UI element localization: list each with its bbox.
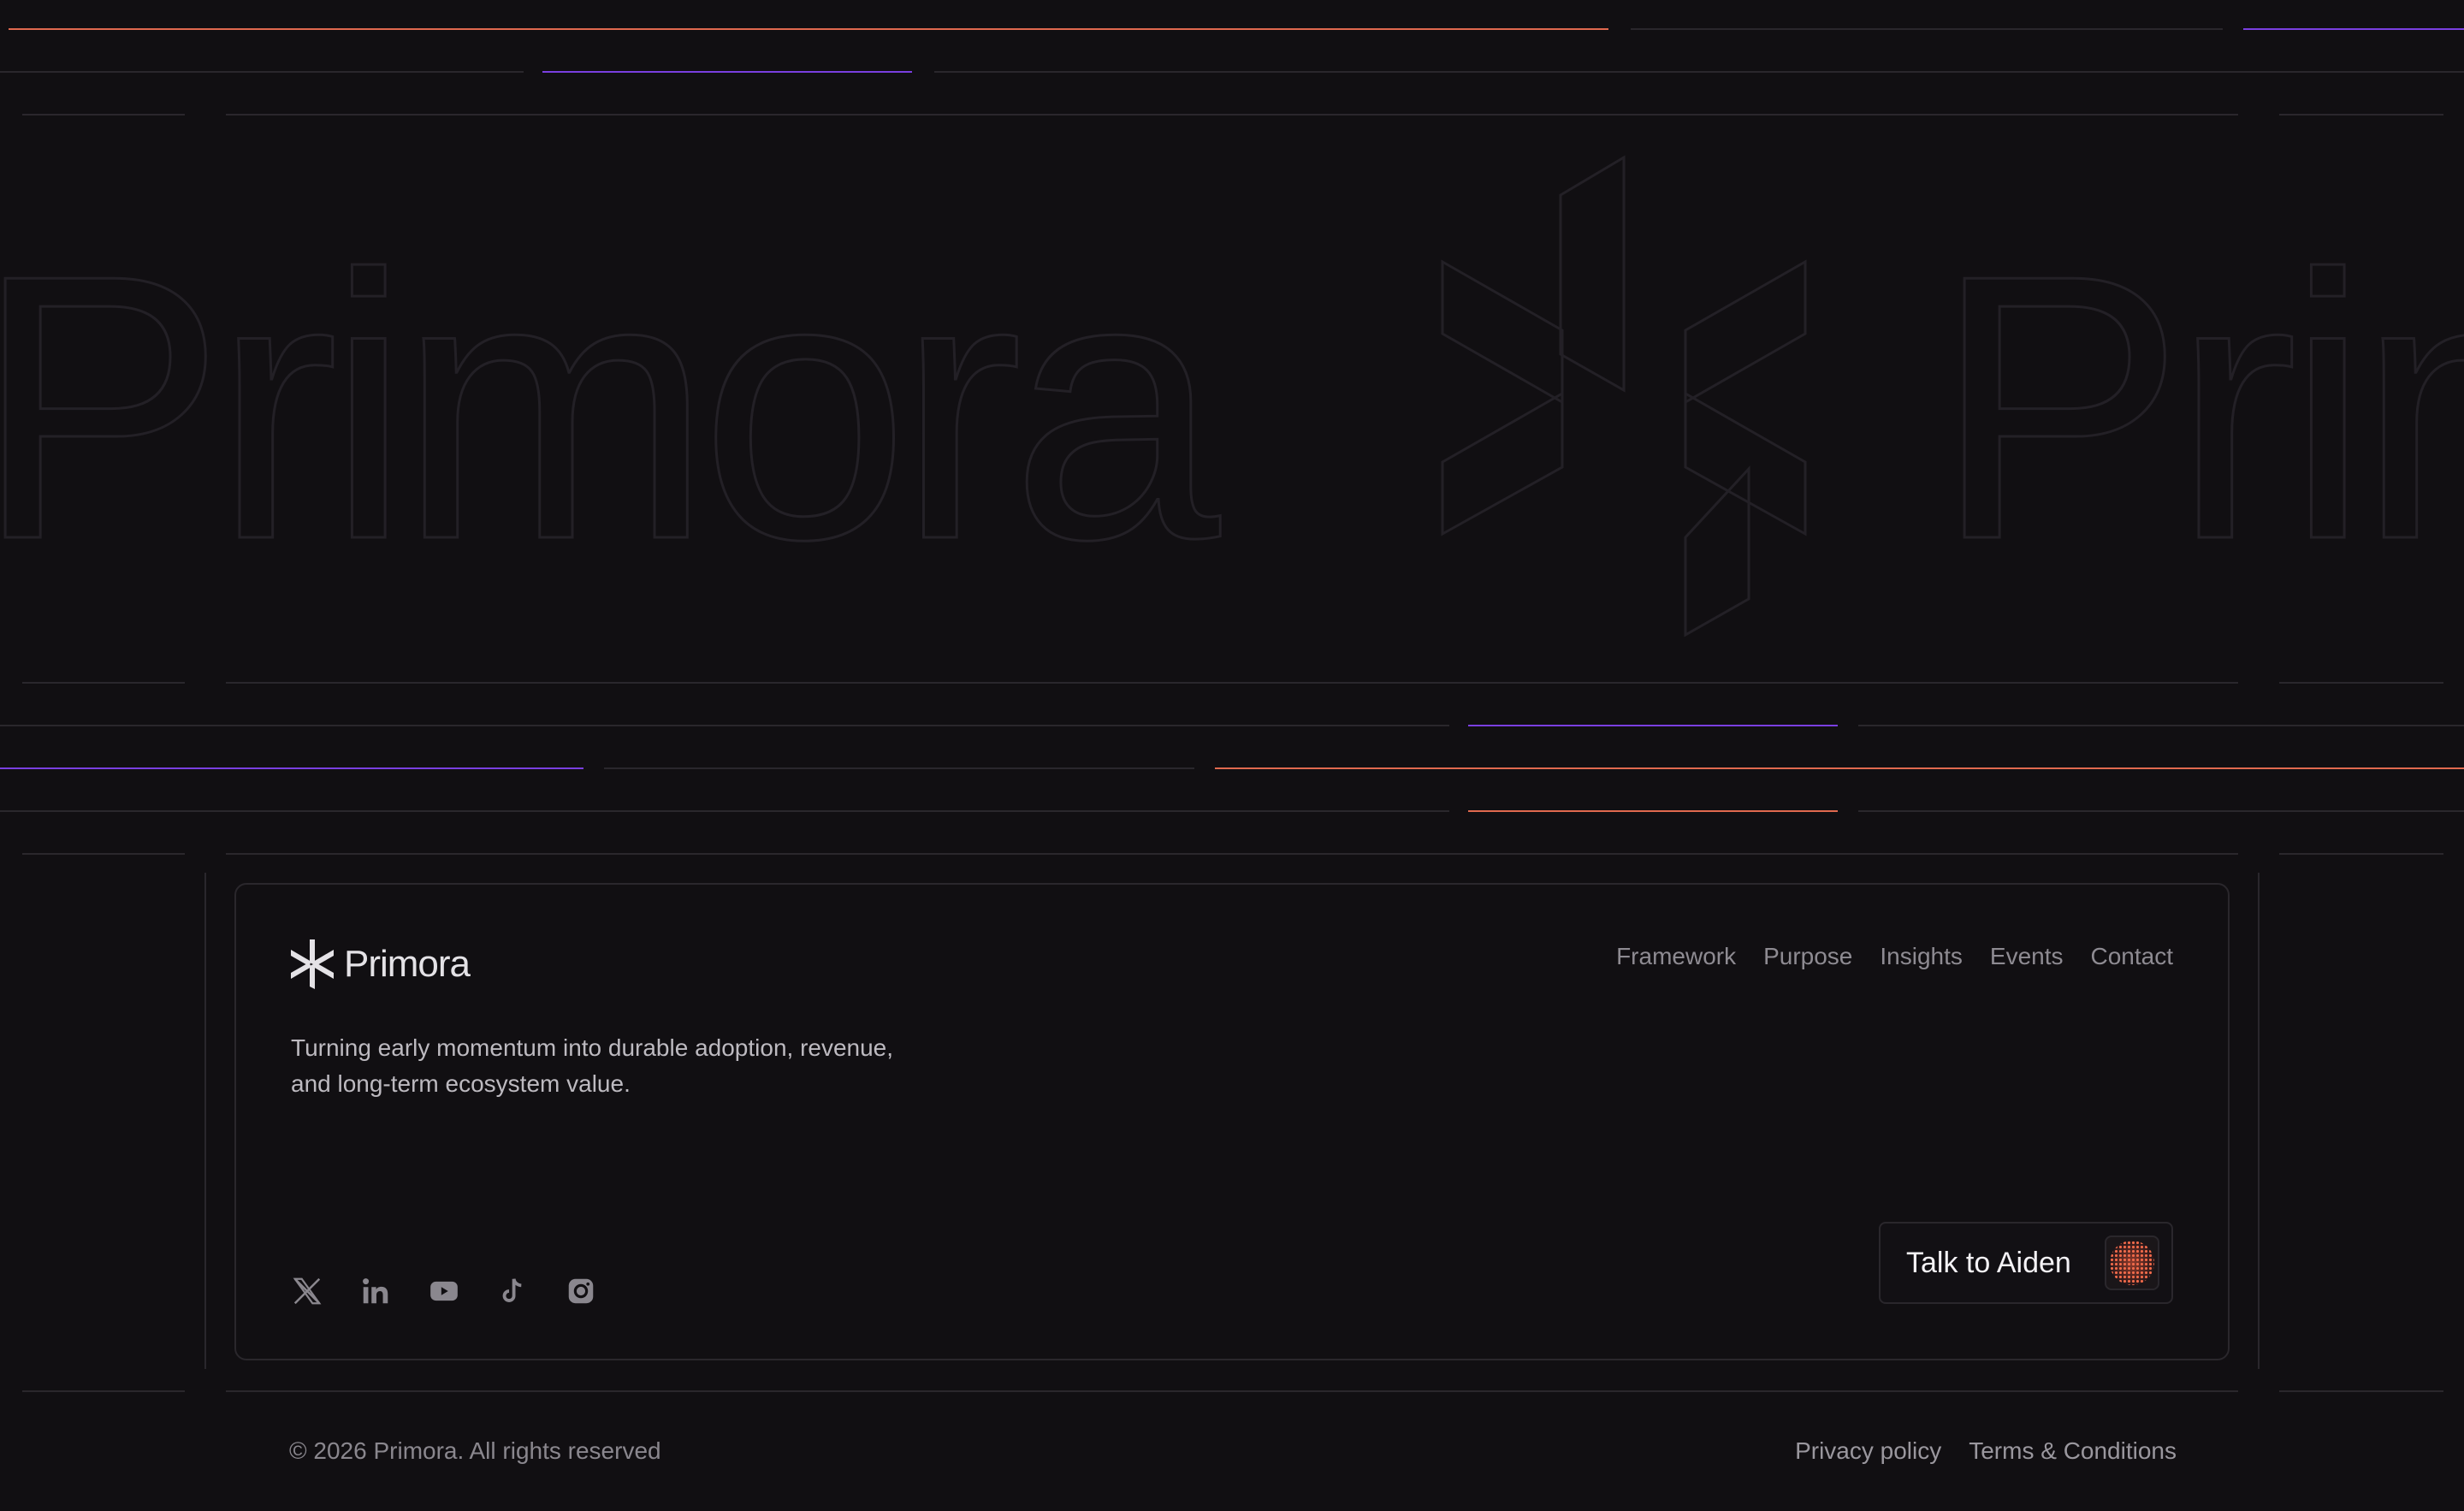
- nav-link-insights[interactable]: Insights: [1880, 943, 1963, 970]
- cta-label: Talk to Aiden: [1906, 1246, 2071, 1279]
- marquee-text-repeat: Primora: [1934, 198, 2464, 618]
- orb-dots: [2110, 1241, 2154, 1285]
- tiktok-icon[interactable]: [496, 1275, 529, 1307]
- nav-link-contact[interactable]: Contact: [2091, 943, 2174, 970]
- nav-link-framework[interactable]: Framework: [1616, 943, 1736, 970]
- marquee-asterisk-icon: [1441, 155, 1807, 637]
- aiden-orb-icon: [2105, 1235, 2159, 1290]
- linkedin-icon[interactable]: [359, 1275, 392, 1307]
- instagram-icon[interactable]: [565, 1275, 597, 1307]
- page: Primora Primora Pri: [0, 0, 2464, 1511]
- footer-nav: Framework Purpose Insights Events Contac…: [1616, 943, 2173, 970]
- brand-logo[interactable]: Primora: [291, 939, 471, 989]
- privacy-policy-link[interactable]: Privacy policy: [1795, 1437, 1941, 1465]
- nav-link-events[interactable]: Events: [1990, 943, 2064, 970]
- x-icon[interactable]: [291, 1275, 323, 1307]
- social-links: [291, 1275, 597, 1307]
- copyright-text: © 2026 Primora. All rights reserved: [289, 1437, 661, 1464]
- primora-logo-icon: [291, 939, 334, 989]
- footer-card: Primora Turning early momentum into dura…: [234, 883, 2230, 1360]
- brand-name: Primora: [344, 943, 471, 985]
- brand-tagline: Turning early momentum into durable adop…: [291, 1034, 894, 1097]
- youtube-icon[interactable]: [428, 1275, 460, 1307]
- legal-links: Privacy policy Terms & Conditions: [1795, 1437, 2177, 1465]
- marquee-text: Primora: [0, 198, 1223, 618]
- talk-to-aiden-button[interactable]: Talk to Aiden: [1879, 1222, 2173, 1304]
- terms-conditions-link[interactable]: Terms & Conditions: [1969, 1437, 2177, 1465]
- nav-link-purpose[interactable]: Purpose: [1763, 943, 1852, 970]
